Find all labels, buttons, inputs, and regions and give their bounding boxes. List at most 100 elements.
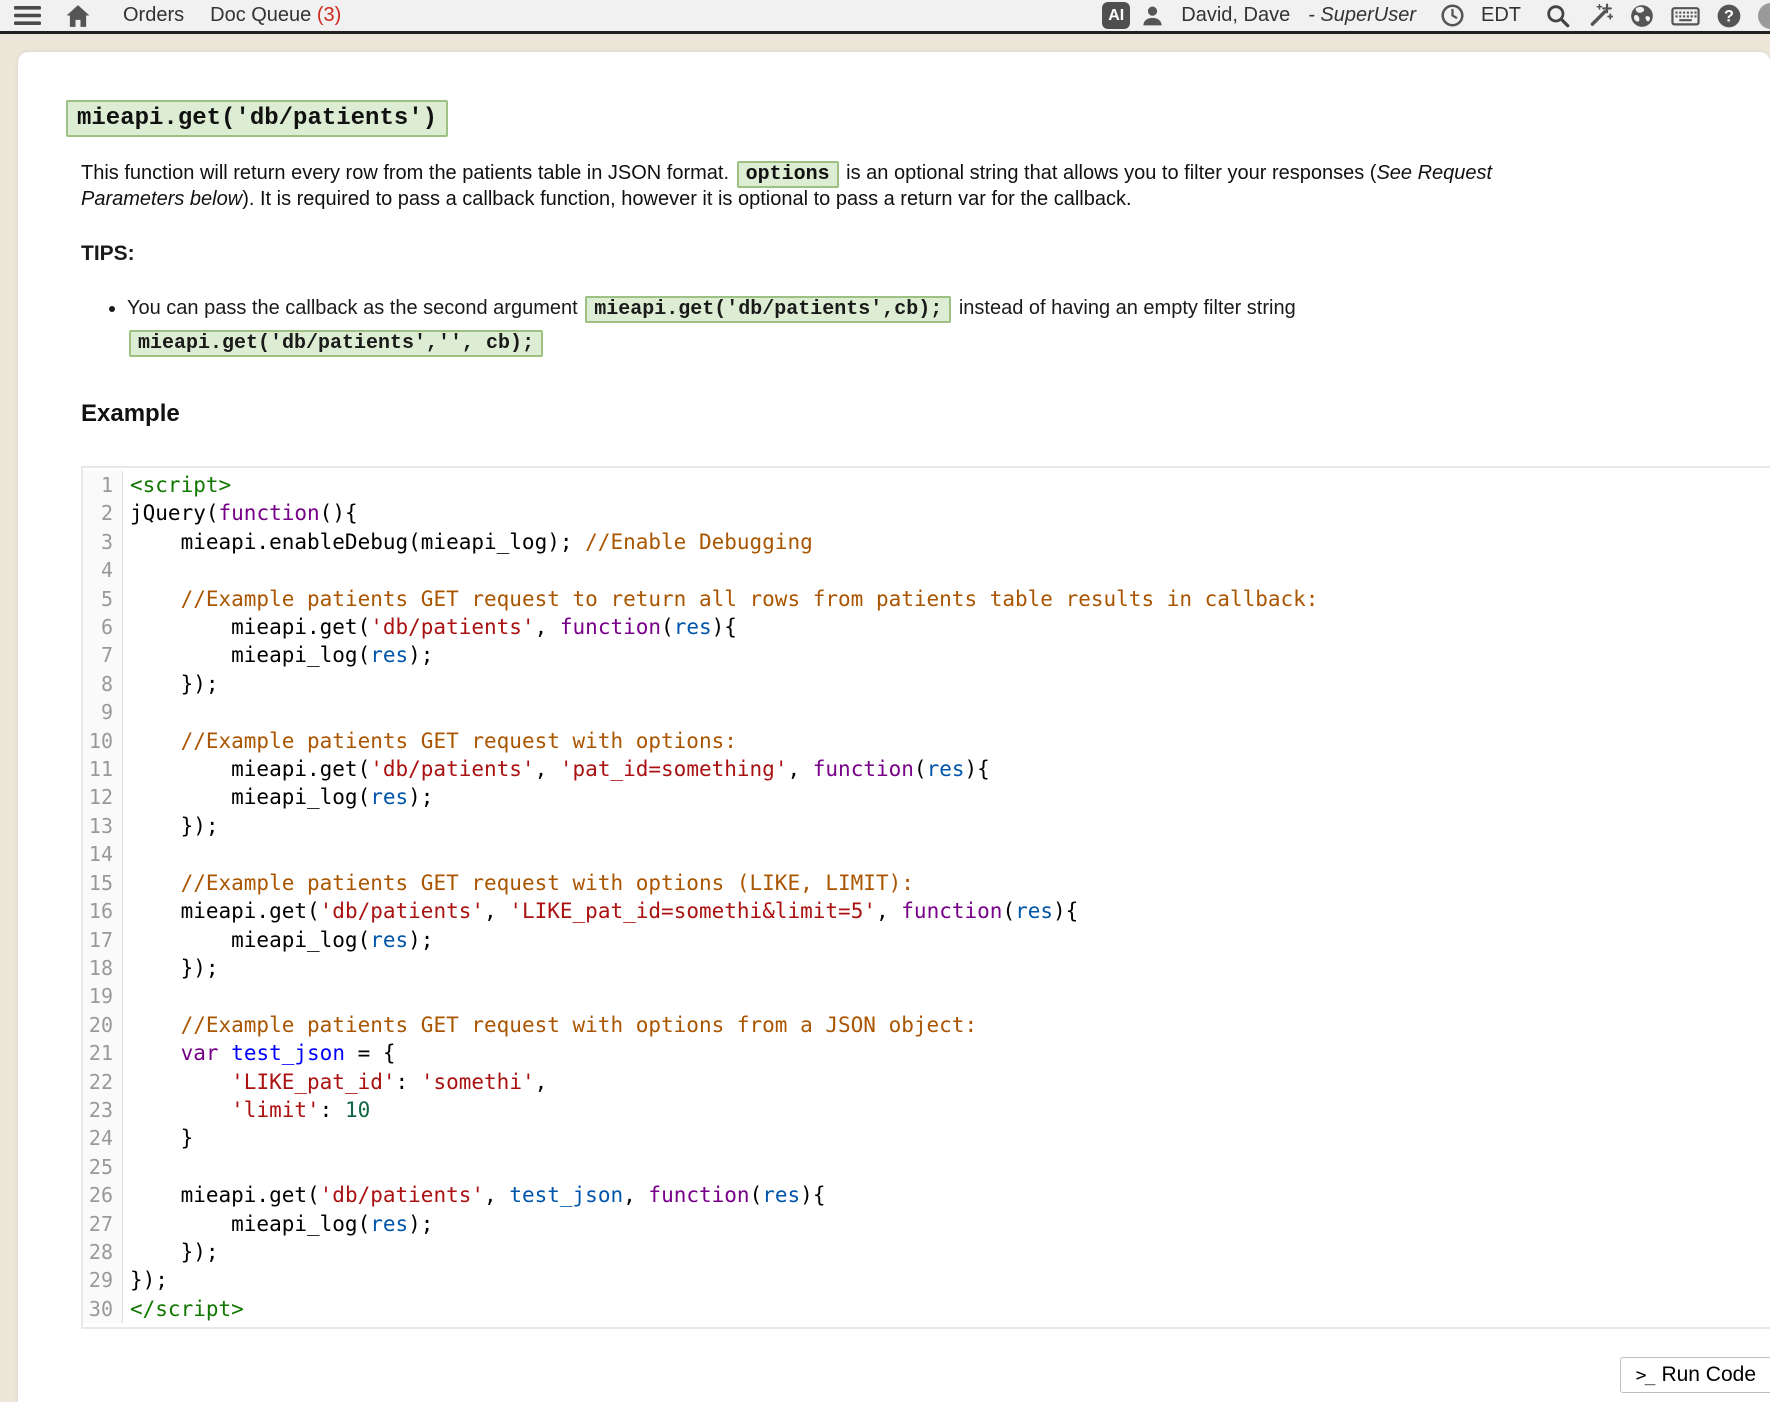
user-role: - SuperUser <box>1308 4 1416 27</box>
code-line[interactable]: 8 }); <box>83 670 1770 698</box>
home-icon[interactable] <box>65 4 91 28</box>
code-line[interactable]: 13 }); <box>83 812 1770 840</box>
code-line-text: 'limit': 10 <box>123 1096 370 1124</box>
code-line[interactable]: 7 mieapi_log(res); <box>83 641 1770 669</box>
code-line[interactable]: 20 //Example patients GET request with o… <box>83 1011 1770 1039</box>
code-line-text <box>123 556 143 584</box>
inline-code: mieapi.get('db/patients',cb); <box>585 296 951 323</box>
code-editor[interactable]: 1<script>2jQuery(function(){3 mieapi.ena… <box>81 466 1770 1329</box>
code-line-text: </script> <box>123 1295 244 1323</box>
code-line[interactable]: 14 <box>83 840 1770 868</box>
line-number: 15 <box>83 869 123 897</box>
code-line[interactable]: 6 mieapi.get('db/patients', function(res… <box>83 613 1770 641</box>
code-line[interactable]: 16 mieapi.get('db/patients', 'LIKE_pat_i… <box>83 897 1770 925</box>
code-line[interactable]: 10 //Example patients GET request with o… <box>83 727 1770 755</box>
code-line[interactable]: 21 var test_json = { <box>83 1039 1770 1067</box>
code-line-text: }); <box>123 1266 168 1294</box>
search-icon[interactable] <box>1545 3 1571 29</box>
line-number: 12 <box>83 783 123 811</box>
code-line[interactable]: 22 'LIKE_pat_id': 'somethi', <box>83 1068 1770 1096</box>
line-number: 26 <box>83 1181 123 1209</box>
code-line[interactable]: 3 mieapi.enableDebug(mieapi_log); //Enab… <box>83 528 1770 556</box>
code-line-text: mieapi.enableDebug(mieapi_log); //Enable… <box>123 528 813 556</box>
code-line-text: //Example patients GET request with opti… <box>123 1011 977 1039</box>
page-title: mieapi.get('db/patients') <box>66 100 448 137</box>
tip-item: You can pass the callback as the second … <box>127 292 1754 360</box>
code-line-text: } <box>123 1124 193 1152</box>
code-line[interactable]: 30</script> <box>83 1295 1770 1323</box>
svg-text:?: ? <box>1724 7 1734 25</box>
line-number: 2 <box>83 499 123 527</box>
code-line-text <box>123 1153 143 1181</box>
code-line[interactable]: 29}); <box>83 1266 1770 1294</box>
line-number: 1 <box>83 471 123 499</box>
line-number: 23 <box>83 1096 123 1124</box>
keyboard-icon[interactable] <box>1671 3 1700 29</box>
inline-code: mieapi.get('db/patients','', cb); <box>129 330 543 357</box>
code-line[interactable]: 5 //Example patients GET request to retu… <box>83 585 1770 613</box>
code-line[interactable]: 15 //Example patients GET request with o… <box>83 869 1770 897</box>
code-line[interactable]: 19 <box>83 982 1770 1010</box>
code-line[interactable]: 28 }); <box>83 1238 1770 1266</box>
code-line[interactable]: 12 mieapi_log(res); <box>83 783 1770 811</box>
code-line-text: }); <box>123 954 219 982</box>
line-number: 14 <box>83 840 123 868</box>
code-line[interactable]: 4 <box>83 556 1770 584</box>
avatar-partial-icon[interactable] <box>1758 3 1770 29</box>
code-line-text: mieapi_log(res); <box>123 783 433 811</box>
code-line[interactable]: 9 <box>83 698 1770 726</box>
line-number: 22 <box>83 1068 123 1096</box>
code-line-text: var test_json = { <box>123 1039 396 1067</box>
code-line-text: mieapi_log(res); <box>123 1210 433 1238</box>
example-heading: Example <box>81 400 1754 428</box>
code-line[interactable]: 24 } <box>83 1124 1770 1152</box>
user-icon[interactable] <box>1140 3 1165 28</box>
line-number: 13 <box>83 812 123 840</box>
nav-doc-queue[interactable]: Doc Queue (3) <box>210 4 341 27</box>
code-line[interactable]: 2jQuery(function(){ <box>83 499 1770 527</box>
line-number: 10 <box>83 727 123 755</box>
content-card: mieapi.get('db/patients') This function … <box>18 52 1770 1402</box>
magic-wand-icon[interactable] <box>1587 3 1613 29</box>
help-icon[interactable]: ? <box>1716 3 1742 29</box>
code-line-text <box>123 698 143 726</box>
code-line[interactable]: 25 <box>83 1153 1770 1181</box>
user-name: David, Dave <box>1181 4 1290 27</box>
terminal-prompt-icon: >_ <box>1636 1365 1654 1386</box>
code-line-text: }); <box>123 812 219 840</box>
topbar: Orders Doc Queue (3) AI David, Dave - Su… <box>0 0 1770 34</box>
nav-orders[interactable]: Orders <box>123 4 184 27</box>
run-code-button[interactable]: >_ Run Code <box>1620 1357 1770 1393</box>
line-number: 24 <box>83 1124 123 1152</box>
code-line-text: mieapi_log(res); <box>123 641 433 669</box>
line-number: 21 <box>83 1039 123 1067</box>
code-line-text: //Example patients GET request with opti… <box>123 869 914 897</box>
hamburger-menu-icon[interactable] <box>14 5 41 26</box>
code-line-text: }); <box>123 1238 219 1266</box>
timezone-label: EDT <box>1481 4 1521 27</box>
line-number: 3 <box>83 528 123 556</box>
code-line[interactable]: 18 }); <box>83 954 1770 982</box>
topbar-right: AI David, Dave - SuperUser EDT <box>1102 2 1770 29</box>
doc-queue-count-badge: (3) <box>317 4 341 26</box>
line-number: 9 <box>83 698 123 726</box>
line-number: 5 <box>83 585 123 613</box>
ai-badge[interactable]: AI <box>1102 2 1130 29</box>
line-number: 16 <box>83 897 123 925</box>
code-line[interactable]: 17 mieapi_log(res); <box>83 926 1770 954</box>
line-number: 11 <box>83 755 123 783</box>
code-line-text: mieapi.get('db/patients', function(res){ <box>123 613 737 641</box>
code-line[interactable]: 11 mieapi.get('db/patients', 'pat_id=som… <box>83 755 1770 783</box>
intro-paragraph: This function will return every row from… <box>81 161 1754 212</box>
clock-icon[interactable] <box>1440 3 1465 28</box>
run-row: >_ Run Code <box>81 1357 1770 1393</box>
code-line-text: <script> <box>123 471 231 499</box>
globe-icon[interactable] <box>1629 3 1655 29</box>
code-line[interactable]: 23 'limit': 10 <box>83 1096 1770 1124</box>
code-line-text: mieapi_log(res); <box>123 926 433 954</box>
code-line[interactable]: 27 mieapi_log(res); <box>83 1210 1770 1238</box>
code-line[interactable]: 26 mieapi.get('db/patients', test_json, … <box>83 1181 1770 1209</box>
code-line[interactable]: 1<script> <box>83 471 1770 499</box>
code-line-text: mieapi.get('db/patients', test_json, fun… <box>123 1181 825 1209</box>
code-line-text: //Example patients GET request to return… <box>123 585 1318 613</box>
